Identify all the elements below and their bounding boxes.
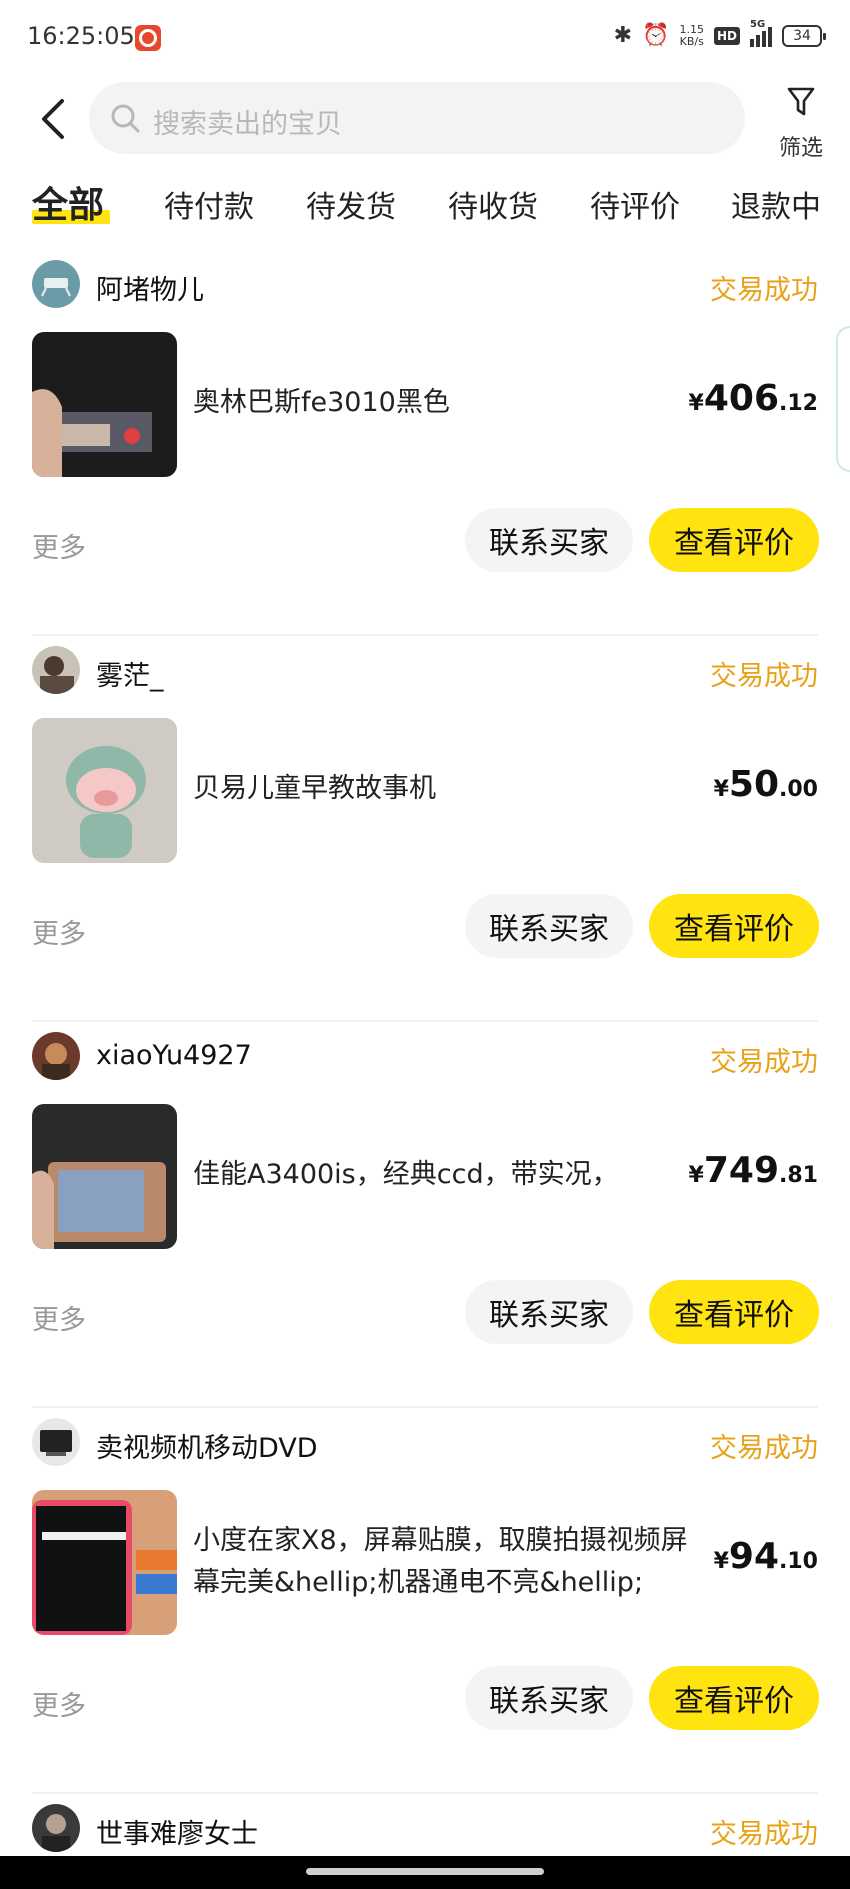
- netease-music-icon: [135, 25, 161, 51]
- product-image[interactable]: [32, 718, 177, 863]
- search-input[interactable]: 搜索卖出的宝贝: [89, 82, 745, 154]
- status-indicators: ✱ ⏰ 1.15 KB/s HD 5G 34: [613, 19, 826, 50]
- product-image[interactable]: [32, 1104, 177, 1249]
- order-tabs: 全部 待付款 待发货 待收货 待评价 退款中: [0, 176, 850, 236]
- more-link[interactable]: 更多: [32, 526, 86, 565]
- view-review-button[interactable]: 查看评价: [649, 894, 819, 958]
- price: ¥406.12: [689, 378, 818, 419]
- signal-icon: 5G: [750, 19, 772, 47]
- buyer-name[interactable]: 世事难廖女士: [96, 1812, 258, 1851]
- tab-pending-payment[interactable]: 待付款: [164, 182, 254, 226]
- hd-badge: HD: [713, 27, 740, 45]
- contact-buyer-button[interactable]: 联系买家: [465, 894, 633, 958]
- navigation-gesture-bar: [0, 1856, 850, 1889]
- net-speed-unit: KB/s: [679, 35, 704, 48]
- contact-buyer-button[interactable]: 联系买家: [465, 508, 633, 572]
- price-currency: ¥: [688, 1163, 704, 1188]
- more-link[interactable]: 更多: [32, 1298, 86, 1337]
- view-review-button[interactable]: 查看评价: [649, 1280, 819, 1344]
- price-decimal: .81: [779, 1163, 818, 1188]
- tab-pending-shipment[interactable]: 待发货: [306, 182, 396, 226]
- product-title[interactable]: 佳能A3400is，经典ccd，带实况，: [193, 1154, 703, 1196]
- price-currency: ¥: [713, 777, 729, 802]
- price-currency: ¥: [713, 1549, 729, 1574]
- tab-all[interactable]: 全部: [32, 176, 104, 228]
- back-arrow-icon: [42, 99, 64, 139]
- filter-icon: [787, 87, 815, 116]
- contact-buyer-button[interactable]: 联系买家: [465, 1666, 633, 1730]
- buyer-name[interactable]: 雾茫_: [96, 654, 164, 693]
- avatar[interactable]: [32, 646, 80, 694]
- contact-buyer-button[interactable]: 联系买家: [465, 1280, 633, 1344]
- order-status: 交易成功: [710, 1433, 818, 1464]
- product-title[interactable]: 小度在家X8，屏幕贴膜，取膜拍摄视频屏幕完美&hellip;机器通电不亮&hel…: [193, 1520, 703, 1604]
- search-icon: [111, 104, 140, 133]
- avatar[interactable]: [32, 1418, 80, 1466]
- price-integer: 749: [703, 1150, 780, 1191]
- search-placeholder: 搜索卖出的宝贝: [153, 109, 342, 140]
- product-image[interactable]: [32, 1490, 177, 1635]
- more-link[interactable]: 更多: [32, 912, 86, 951]
- filter-button[interactable]: 筛选: [770, 80, 830, 161]
- price: ¥94.10: [714, 1536, 818, 1577]
- more-link[interactable]: 更多: [32, 1684, 86, 1723]
- price: ¥749.81: [689, 1150, 818, 1191]
- price-decimal: .12: [779, 391, 818, 416]
- search-header: 搜索卖出的宝贝 筛选: [0, 76, 850, 166]
- network-type: 5G: [750, 19, 766, 30]
- tab-pending-review[interactable]: 待评价: [590, 182, 680, 226]
- order-card[interactable]: 卖视频机移动DVD 交易成功 小度在家X8，屏幕贴膜，取膜拍摄视频屏幕完美&he…: [0, 1408, 850, 1794]
- status-bar: 16:25:05 ✱ ⏰ 1.15 KB/s HD 5G 34: [0, 0, 850, 76]
- avatar[interactable]: [32, 1032, 80, 1080]
- price-decimal: .10: [779, 1549, 818, 1574]
- status-time: 16:25:05: [27, 22, 135, 50]
- buyer-name[interactable]: 阿堵物儿: [96, 268, 204, 307]
- buyer-name[interactable]: xiaoYu4927: [96, 1040, 252, 1071]
- price-currency: ¥: [688, 391, 704, 416]
- price-decimal: .00: [779, 777, 818, 802]
- price-integer: 406: [703, 378, 780, 419]
- price: ¥50.00: [714, 764, 818, 805]
- net-speed: 1.15 KB/s: [679, 24, 704, 48]
- price-integer: 94: [728, 1536, 780, 1577]
- product-image[interactable]: [32, 332, 177, 477]
- tab-pending-receipt[interactable]: 待收货: [448, 182, 538, 226]
- back-button[interactable]: [30, 96, 76, 142]
- order-card[interactable]: 雾茫_ 交易成功 贝易儿童早教故事机 ¥50.00 更多 联系买家 查看评价: [0, 636, 850, 1022]
- product-title[interactable]: 贝易儿童早教故事机: [193, 768, 703, 810]
- order-status: 交易成功: [710, 275, 818, 306]
- price-integer: 50: [728, 764, 780, 805]
- order-card[interactable]: xiaoYu4927 交易成功 佳能A3400is，经典ccd，带实况， ¥74…: [0, 1022, 850, 1408]
- bluetooth-icon: ✱: [613, 23, 633, 48]
- filter-label: 筛选: [778, 136, 823, 161]
- battery-icon: 34: [782, 25, 826, 47]
- home-indicator[interactable]: [306, 1868, 544, 1875]
- avatar[interactable]: [32, 1804, 80, 1852]
- order-status: 交易成功: [710, 1819, 818, 1850]
- alarm-icon: ⏰: [642, 23, 670, 48]
- order-status: 交易成功: [710, 661, 818, 692]
- buyer-name[interactable]: 卖视频机移动DVD: [96, 1426, 318, 1465]
- product-title[interactable]: 奥林巴斯fe3010黑色: [193, 382, 703, 424]
- order-status: 交易成功: [710, 1047, 818, 1078]
- avatar[interactable]: [32, 260, 80, 308]
- order-card[interactable]: 世事难廖女士 交易成功: [0, 1794, 850, 1856]
- view-review-button[interactable]: 查看评价: [649, 508, 819, 572]
- order-card[interactable]: 阿堵物儿 交易成功 奥林巴斯fe3010黑色 ¥406.12 更多 联系买家 查…: [0, 250, 850, 636]
- tab-refunding[interactable]: 退款中: [731, 182, 821, 226]
- view-review-button[interactable]: 查看评价: [649, 1666, 819, 1730]
